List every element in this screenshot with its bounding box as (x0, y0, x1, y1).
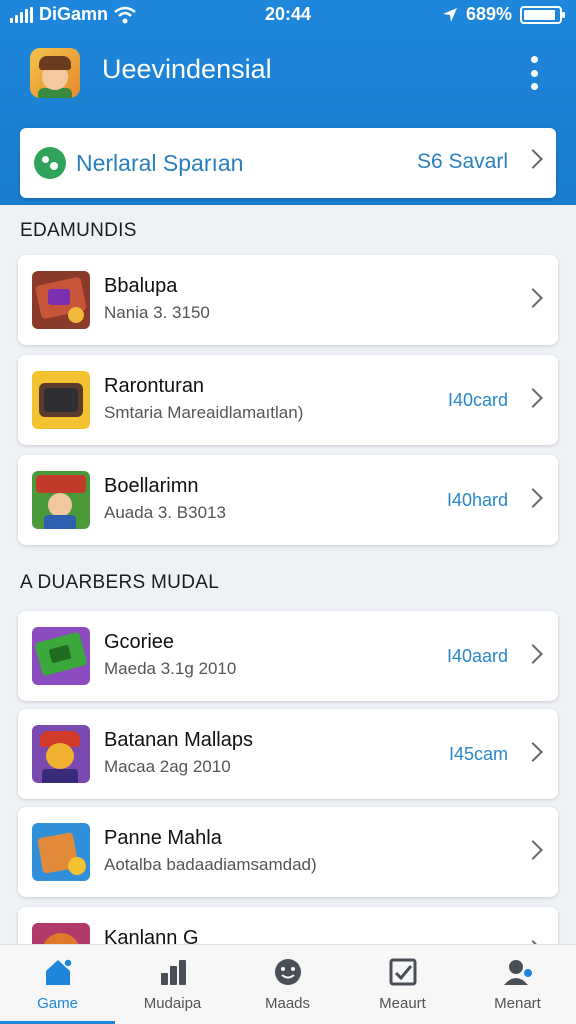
item-title: Panne Mahla (104, 827, 222, 849)
battery-icon (520, 5, 565, 24)
item-subtitle: Maeda 3.1g 2010 (104, 659, 237, 678)
app-bar: Ueevindensial (0, 40, 576, 110)
game-thumbnail (32, 923, 90, 945)
location-arrow-icon (442, 7, 457, 22)
nav-tab-meaurt[interactable]: Meaurt (345, 945, 460, 1024)
nav-label: Maads (264, 995, 311, 1012)
chevron-right-icon (523, 288, 543, 308)
chevron-right-icon (523, 388, 543, 408)
list-item[interactable]: Gcoriee Maeda 3.1g 2010 I40aard (18, 611, 558, 701)
item-title: Raronturan (104, 375, 205, 397)
item-title: Boellarimn (104, 475, 199, 497)
game-thumbnail (32, 371, 90, 429)
list-item[interactable]: Boellarimn Auada 3. B3013 I40hard (18, 455, 558, 545)
game-thumbnail (32, 271, 90, 329)
battery-percent: 689% (465, 4, 512, 24)
list-item[interactable]: Bbalupa Nania 3. 3150 (18, 255, 558, 345)
item-status: I40aard (446, 646, 508, 666)
list-item[interactable]: Batanan Mallaps Macaa 2ag 2010 I45cam (18, 709, 558, 799)
section-heading: A DUARBERS MUDAL (20, 572, 220, 593)
item-subtitle: Macaa 2ag 2010 (104, 757, 231, 776)
section-heading: EDAMUNDIS (20, 220, 137, 241)
item-subtitle: Nania 3. 3150 (104, 303, 210, 322)
featured-banner[interactable]: Nerlaral Sparıan S6 Savarl (20, 128, 556, 198)
item-title: Gcoriee (104, 631, 175, 653)
game-thumbnail (32, 471, 90, 529)
chevron-right-icon (523, 149, 543, 169)
game-thumbnail (32, 725, 90, 783)
item-status: I45cam (448, 744, 508, 764)
nav-label: Game (37, 995, 78, 1012)
chevron-right-icon (523, 742, 543, 762)
nav-tab-mudaipa[interactable]: Mudaipa (115, 945, 230, 1024)
list-item[interactable]: Panne Mahla Aotalba badaadiamsamdad) (18, 807, 558, 897)
list-item[interactable]: Kanlann G (18, 907, 558, 945)
chart-icon (161, 960, 186, 985)
bottom-navigation: Game Mudaipa Maads Meaurt Menart (0, 944, 576, 1024)
nav-tab-game[interactable]: Game (0, 945, 115, 1024)
nav-label: Meaurt (379, 995, 426, 1012)
item-status: I40card (447, 390, 508, 410)
chevron-right-icon (523, 840, 543, 860)
nav-tab-menart[interactable]: Menart (460, 945, 575, 1024)
game-thumbnail (32, 627, 90, 685)
content-list[interactable]: EDAMUNDIS Bbalupa Nania 3. 3150 Rarontur… (0, 205, 576, 945)
header: DiGamn 20:44 689% Ueevindensial Nerlaral… (0, 0, 576, 205)
inbox-icon (389, 958, 417, 986)
people-icon (34, 147, 66, 179)
status-bar: DiGamn 20:44 689% (0, 0, 576, 30)
item-subtitle: Aotalba badaadiamsamdad) (104, 855, 317, 874)
item-title: Kanlann G (104, 927, 199, 945)
item-status: I40hard (446, 490, 508, 510)
list-item[interactable]: Raronturan Smtaria Mareaidlamaıtlan) I40… (18, 355, 558, 445)
chevron-right-icon (523, 644, 543, 664)
smiley-icon (275, 959, 301, 985)
nav-tab-maads[interactable]: Maads (230, 945, 345, 1024)
app-logo[interactable] (30, 48, 80, 98)
banner-action-text: S6 Savarl (416, 150, 508, 173)
nav-label: Mudaipa (143, 995, 202, 1012)
item-subtitle: Auada 3. B3013 (104, 503, 226, 522)
banner-title: Nerlaral Sparıan (76, 150, 244, 176)
more-options-icon[interactable] (526, 56, 542, 90)
app-title: Ueevindensial (102, 54, 272, 84)
chevron-right-icon (523, 488, 543, 508)
home-icon (46, 958, 73, 985)
game-thumbnail (32, 823, 90, 881)
nav-label: Menart (494, 995, 541, 1012)
item-subtitle: Smtaria Mareaidlamaıtlan) (104, 403, 304, 422)
item-title: Batanan Mallaps (104, 729, 253, 751)
profile-icon (504, 960, 532, 985)
item-title: Bbalupa (104, 275, 178, 297)
